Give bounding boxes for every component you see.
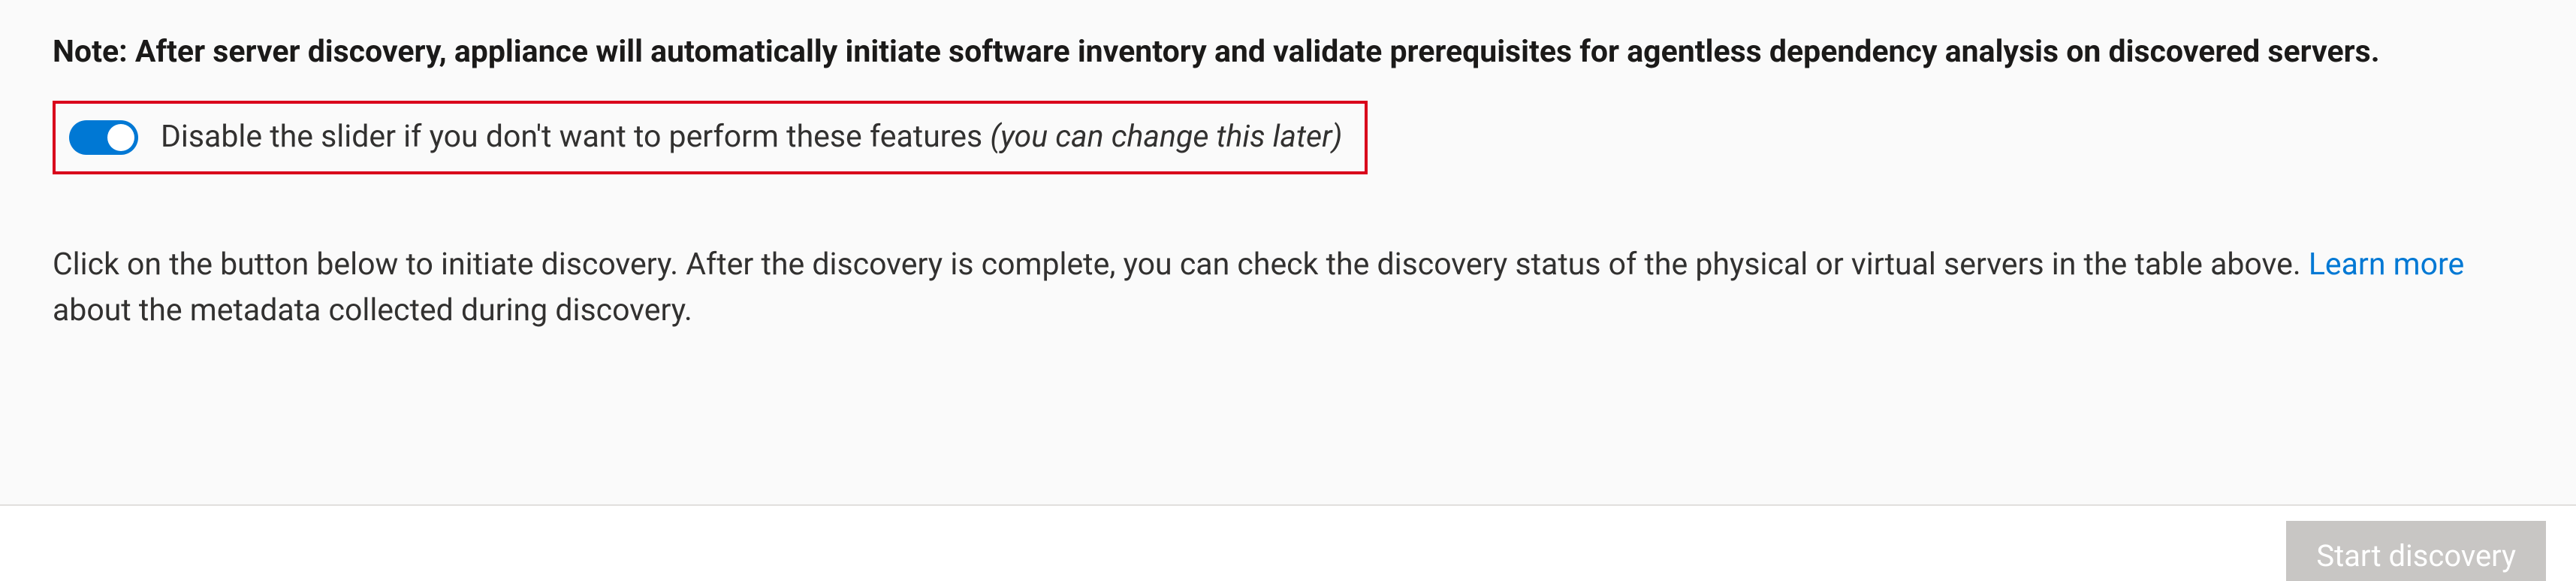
- toggle-thumb: [107, 124, 134, 151]
- toggle-label: Disable the slider if you don't want to …: [161, 117, 1342, 157]
- toggle-label-main: Disable the slider if you don't want to …: [161, 119, 990, 155]
- action-bar: Start discovery: [0, 504, 2576, 581]
- note-text: Note: After server discovery, appliance …: [53, 30, 2523, 74]
- toggle-row-highlight: Disable the slider if you don't want to …: [53, 101, 1368, 174]
- description-part2: about the metadata collected during disc…: [53, 292, 692, 328]
- toggle-label-hint: (you can change this later): [990, 119, 1342, 155]
- description-part1: Click on the button below to initiate di…: [53, 247, 2309, 283]
- start-discovery-button[interactable]: Start discovery: [2286, 521, 2546, 581]
- description-text: Click on the button below to initiate di…: [53, 242, 2493, 334]
- learn-more-link[interactable]: Learn more: [2309, 247, 2464, 283]
- feature-toggle[interactable]: [69, 120, 138, 155]
